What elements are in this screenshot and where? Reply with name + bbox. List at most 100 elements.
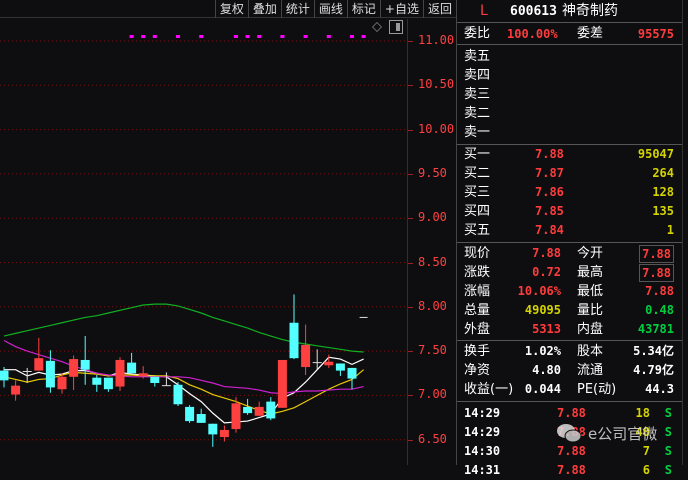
price-axis-label: 9.00: [418, 210, 447, 225]
buy-price: 7.86: [535, 185, 564, 199]
candle-body: [301, 344, 311, 368]
axis-tick: [408, 129, 413, 131]
stat-label: 涨幅: [464, 284, 491, 299]
buy-orders: 买一 7.88 95047 买二 7.87 264 买三 7.86 128 买四 7.85 135 买五…: [457, 145, 682, 243]
toolbar-button[interactable]: 叠加: [247, 0, 281, 18]
toolbar-button[interactable]: 标记: [346, 0, 380, 18]
toolbar-button[interactable]: +自选: [379, 0, 423, 18]
candle-body: [173, 384, 183, 405]
fund-value: 4.79亿: [633, 363, 674, 377]
stock-code: 600613: [510, 4, 557, 19]
stat-value: 0.48: [645, 303, 674, 317]
candle-body: [57, 376, 67, 390]
kline-chart[interactable]: [0, 19, 456, 465]
candle-body: [127, 362, 137, 374]
stat-value: 7.88: [639, 245, 674, 263]
fund-label: 收益(一): [464, 382, 514, 397]
panel-toggle-icon[interactable]: [389, 20, 403, 34]
tick-side: S: [664, 463, 672, 477]
event-marker: [129, 35, 134, 38]
candle-body: [138, 373, 148, 376]
event-marker: [176, 35, 180, 38]
sell-level-label: 卖三: [464, 87, 491, 102]
fund-value: 4.80: [532, 363, 561, 377]
buy-level-label: 买一: [464, 147, 491, 162]
stat-value: 10.06%: [517, 284, 561, 298]
candle-body: [277, 359, 287, 408]
toolbar-button[interactable]: 统计: [280, 0, 314, 18]
quote-panel: L 600613 神奇制药 委比 100.00% 委差 95575 卖五 卖四 卖三…: [456, 0, 682, 477]
toolbar-button[interactable]: 画线: [313, 0, 347, 18]
candle-body: [347, 367, 357, 379]
axis-tick: [408, 262, 413, 264]
tick-price: 7.88: [557, 463, 586, 477]
fund-label: 流通: [577, 363, 604, 378]
price-axis-label: 6.50: [418, 431, 447, 446]
price-axis-label: 8.50: [418, 254, 447, 269]
stat-label: 内盘: [577, 322, 604, 337]
event-marker: [280, 35, 285, 38]
price-axis-label: 11.00: [418, 33, 455, 47]
candle-body: [80, 359, 90, 370]
buy-price: 7.87: [535, 166, 564, 180]
axis-tick: [408, 85, 413, 87]
tick-time: 14:31: [464, 463, 501, 477]
tick-volume: 6: [642, 463, 650, 477]
event-marker: [245, 35, 250, 38]
tick-side: S: [664, 444, 672, 458]
candle-body: [34, 358, 44, 371]
price-axis-label: 8.00: [418, 298, 447, 313]
buy-level-label: 买二: [464, 166, 491, 181]
event-marker: [350, 35, 354, 38]
candle-body: [11, 385, 21, 395]
tick-side: S: [664, 425, 672, 439]
candle-body: [103, 377, 113, 390]
ma-line-ma5: [4, 356, 364, 424]
axis-tick: [408, 306, 413, 308]
tick-price: 7.88: [557, 444, 586, 458]
wechat-icon: [557, 424, 582, 443]
event-marker: [326, 35, 331, 38]
buy-volume: 95047: [637, 147, 674, 161]
buy-price: 7.88: [535, 147, 564, 161]
buy-volume: 128: [652, 185, 674, 199]
candle-body: [324, 361, 334, 366]
fund-label: 股本: [577, 344, 604, 359]
candle-body: [185, 406, 195, 422]
candle-body: [208, 423, 218, 435]
stat-value: 7.88: [645, 284, 674, 298]
event-marker: [257, 35, 262, 38]
stat-value: 7.88: [639, 264, 674, 282]
candle-body: [45, 360, 55, 388]
stat-value: 43781: [637, 322, 674, 336]
candle-body: [289, 322, 299, 359]
price-axis-label: 7.50: [418, 343, 447, 358]
event-marker: [361, 35, 366, 38]
stat-label: 今开: [577, 246, 604, 261]
buy-level-label: 买三: [464, 185, 491, 200]
event-marker: [141, 35, 146, 38]
stat-label: 外盘: [464, 322, 491, 337]
weibi-value: 100.00%: [507, 27, 558, 41]
event-marker: [303, 35, 308, 38]
price-axis-label: 10.50: [418, 77, 455, 92]
tick-volume: 18: [635, 406, 650, 420]
candle-body: [150, 376, 160, 383]
watermark: e公司官微: [556, 422, 657, 444]
tick-volume: 7: [642, 444, 650, 458]
price-axis-label: 10.00: [418, 121, 455, 136]
price-axis-label: 9.50: [418, 165, 447, 180]
candle-body: [254, 406, 264, 416]
buy-volume: 1: [666, 223, 674, 237]
sell-level-label: 卖二: [464, 106, 491, 121]
toolbar-button[interactable]: 返回: [422, 0, 456, 18]
event-marker: [152, 35, 157, 38]
fund-value: 44.3: [645, 382, 674, 396]
sell-level-label: 卖四: [464, 68, 491, 83]
toolbar-button[interactable]: 复权: [214, 0, 248, 18]
event-marker: [199, 35, 204, 38]
fundamentals: 换手 1.02% 股本 5.34亿 净资 4.80 流通 4.79亿 收益(一) 0.044 PE(…: [457, 341, 682, 402]
axis-tick: [408, 439, 413, 441]
stat-label: 量比: [577, 303, 604, 318]
fund-value: 1.02%: [524, 344, 561, 358]
